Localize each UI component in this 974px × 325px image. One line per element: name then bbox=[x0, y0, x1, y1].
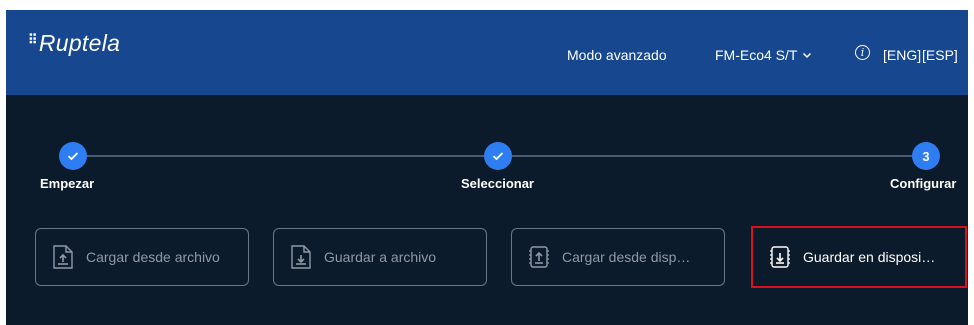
check-icon bbox=[492, 152, 504, 161]
load-from-file-button[interactable]: Cargar desde archivo bbox=[35, 228, 249, 286]
device-model-dropdown[interactable]: FM-Eco4 S/T bbox=[715, 47, 812, 63]
ruptela-logo[interactable]: ⠿ Ruptela bbox=[28, 30, 120, 57]
step-1-marker bbox=[59, 142, 87, 170]
check-icon bbox=[67, 152, 79, 161]
load-from-file-label: Cargar desde archivo bbox=[86, 249, 220, 265]
chevron-down-icon bbox=[803, 52, 812, 59]
info-icon[interactable]: i bbox=[855, 45, 870, 60]
file-upload-icon bbox=[53, 245, 73, 269]
step-2-marker bbox=[484, 142, 512, 170]
device-upload-icon bbox=[529, 246, 549, 268]
load-from-device-label: Cargar desde disp… bbox=[562, 249, 691, 265]
logo-mark-icon: ⠿ bbox=[28, 32, 38, 47]
step-2-label: Seleccionar bbox=[461, 176, 534, 191]
advanced-mode-link[interactable]: Modo avanzado bbox=[567, 47, 667, 63]
step-1-label: Empezar bbox=[40, 176, 95, 191]
save-to-file-label: Guardar a archivo bbox=[324, 249, 437, 265]
device-download-icon bbox=[770, 246, 790, 268]
language-eng-button[interactable]: [ENG] bbox=[883, 47, 921, 63]
stepper-connector bbox=[76, 155, 496, 157]
device-model-label: FM-Eco4 S/T bbox=[715, 47, 798, 63]
app-window: ⠿ Ruptela Modo avanzado FM-Eco4 S/T i [E… bbox=[6, 10, 968, 325]
step-3-marker: 3 bbox=[912, 142, 940, 170]
save-to-device-label: Guardar en disposi… bbox=[803, 249, 936, 265]
step-3-label: Configurar bbox=[890, 176, 957, 191]
top-bar: ⠿ Ruptela Modo avanzado FM-Eco4 S/T i [E… bbox=[6, 10, 968, 95]
stepper-connector bbox=[512, 155, 912, 157]
file-download-icon bbox=[291, 245, 311, 269]
save-to-file-button[interactable]: Guardar a archivo bbox=[273, 228, 487, 286]
load-from-device-button[interactable]: Cargar desde disp… bbox=[511, 228, 725, 286]
logo-text: Ruptela bbox=[38, 30, 121, 56]
save-to-device-button[interactable]: Guardar en disposi… bbox=[751, 226, 967, 288]
language-esp-button[interactable]: [ESP] bbox=[922, 47, 958, 63]
